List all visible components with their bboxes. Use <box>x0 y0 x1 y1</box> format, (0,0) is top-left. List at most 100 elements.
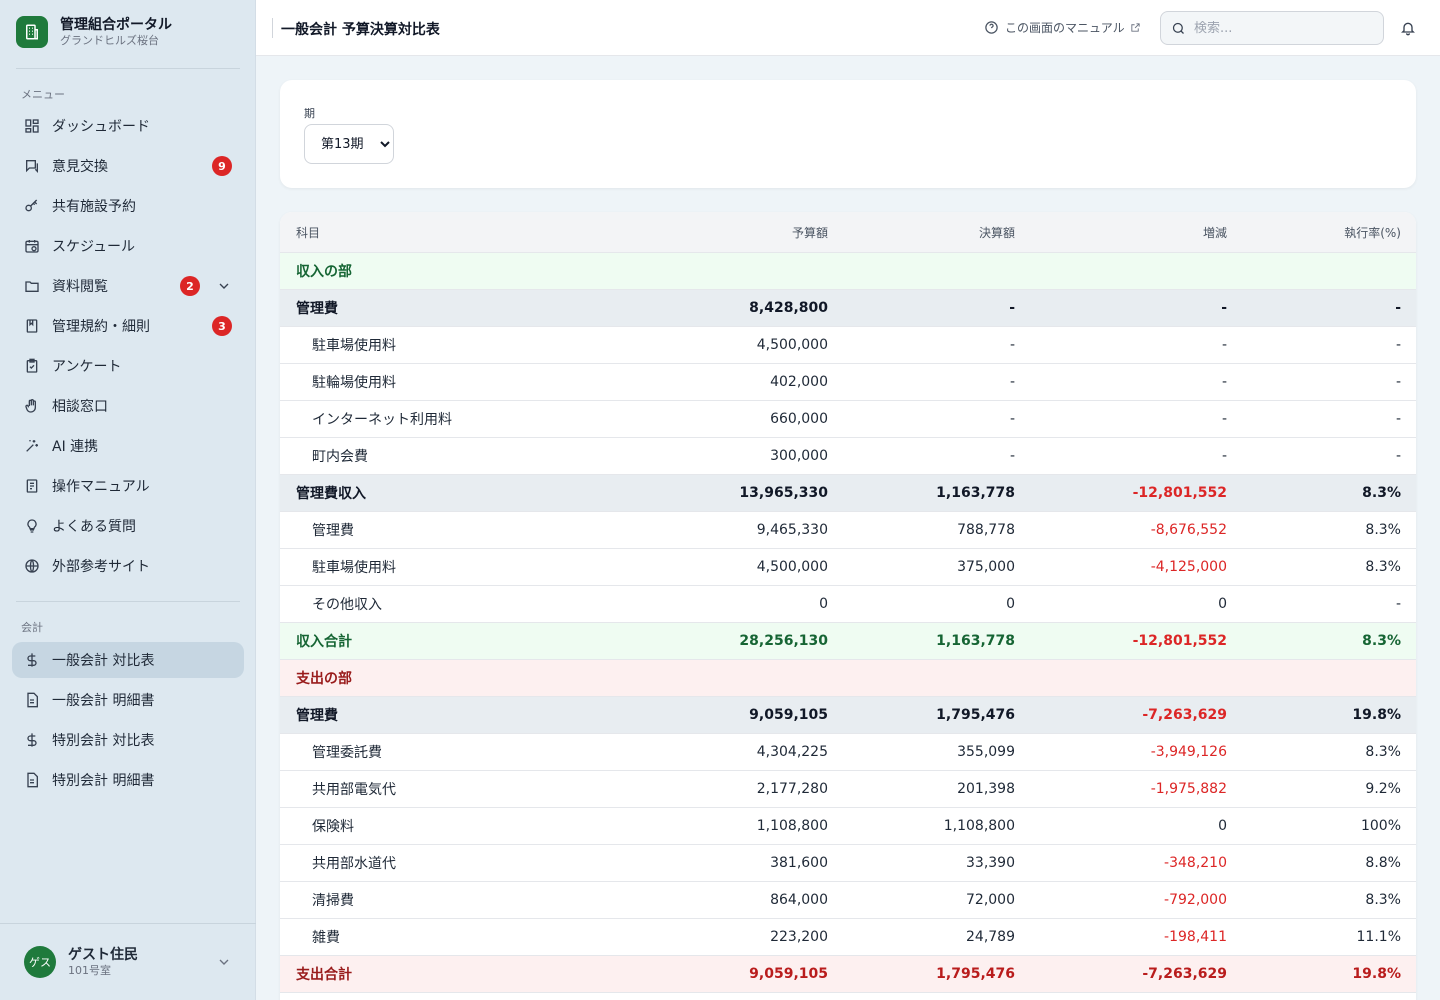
cell-subject: その他収入 <box>312 597 382 613</box>
sidebar-item-facility-booking[interactable]: 共有施設予約 <box>12 188 244 224</box>
sidebar-item-manual[interactable]: 操作マニュアル <box>12 468 244 504</box>
sidebar-item-discussion[interactable]: 意見交換 9 <box>12 148 244 184</box>
divider <box>16 601 240 602</box>
cell-subject: 清掃費 <box>312 893 354 909</box>
clipboard-icon <box>24 358 40 374</box>
accounting-nav: 一般会計 対比表 一般会計 明細書 特別会計 対比表 特別会計 明細書 <box>12 642 244 802</box>
notification-badge: 2 <box>180 276 200 296</box>
cell-actual: 0 <box>1006 596 1015 612</box>
external-link-icon <box>1131 23 1140 32</box>
cell-diff: -7,263,629 <box>1142 966 1227 982</box>
header-diff[interactable]: 増減 <box>1015 224 1227 241</box>
cell-subject: 駐輪場使用料 <box>312 375 396 391</box>
chevron-down-icon[interactable] <box>216 278 232 294</box>
cell-actual: 1,795,476 <box>936 966 1015 982</box>
table-header: 科目 予算額 決算額 増減 執行率(%) <box>280 212 1416 253</box>
cell-actual: 1,108,800 <box>943 818 1015 834</box>
cell-rate: 11.1% <box>1356 929 1401 945</box>
cell-subject: 管理費 <box>296 301 338 317</box>
sidebar-item-bylaws[interactable]: 管理規約・細則 3 <box>12 308 244 344</box>
cell-actual: 1,163,778 <box>936 633 1015 649</box>
cell-budget: 4,500,000 <box>756 337 828 353</box>
cell-actual: - <box>1009 448 1015 464</box>
notification-badge: 9 <box>212 156 232 176</box>
cell-rate: - <box>1395 374 1401 390</box>
folder-icon <box>24 278 40 294</box>
budget-comparison-table: 科目 予算額 決算額 増減 執行率(%) 収入の部管理費 8,428,800 - - -… <box>280 212 1416 1000</box>
calendar-icon <box>24 238 40 254</box>
cell-subject: 収入合計 <box>296 634 352 650</box>
header-subject[interactable]: 科目 <box>280 224 696 241</box>
cell-rate: - <box>1395 411 1401 427</box>
cell-subject: 収入の部 <box>296 264 352 280</box>
cell-rate: - <box>1395 300 1401 316</box>
cell-diff: - <box>1221 337 1227 353</box>
table-row-group: 管理費 8,428,800 - - - <box>280 290 1416 327</box>
header-actual[interactable]: 決算額 <box>828 224 1015 241</box>
period-select[interactable]: 第13期 <box>304 124 394 164</box>
search-input[interactable] <box>1194 20 1364 36</box>
table-row: 雑費 223,200 24,789 -198,411 11.1% <box>280 919 1416 956</box>
cell-rate: 9.2% <box>1365 781 1401 797</box>
search-icon <box>1172 22 1184 34</box>
cell-diff: -198,411 <box>1164 929 1227 945</box>
cell-diff: - <box>1221 374 1227 390</box>
cell-actual: 1,795,476 <box>936 707 1015 723</box>
sidebar-item-special-comparison[interactable]: 特別会計 対比表 <box>12 722 244 758</box>
header-rate[interactable]: 執行率(%) <box>1227 224 1401 241</box>
table-body: 収入の部 管理費 8,428,800- - - 駐車場使用料 4,500,000- - - 駐輪場… <box>280 253 1416 993</box>
header-budget[interactable]: 予算額 <box>696 224 828 241</box>
dollar-icon <box>24 732 40 748</box>
key-icon <box>24 198 40 214</box>
cell-rate: 8.8% <box>1365 855 1401 871</box>
user-name: ゲスト住民 <box>68 947 138 963</box>
sidebar-item-schedule[interactable]: スケジュール <box>12 228 244 264</box>
sidebar-item-dashboard[interactable]: ダッシュボード <box>12 108 244 144</box>
page-title: 一般会計 予算決算対比表 <box>281 22 440 38</box>
sidebar-item-documents[interactable]: 資料閲覧 2 <box>12 268 244 304</box>
book-icon <box>24 318 40 334</box>
sidebar-item-consultation[interactable]: 相談窓口 <box>12 388 244 424</box>
cell-budget: 9,059,105 <box>749 707 828 723</box>
cell-rate: - <box>1395 337 1401 353</box>
cell-diff: 0 <box>1218 596 1227 612</box>
cell-actual: 201,398 <box>957 781 1015 797</box>
sidebar-item-survey[interactable]: アンケート <box>12 348 244 384</box>
user-menu[interactable]: ゲス ゲスト住民 101号室 <box>0 923 256 1000</box>
accounting-section-label: 会計 <box>21 621 43 634</box>
sidebar-item-special-statement[interactable]: 特別会計 明細書 <box>12 762 244 798</box>
cell-subject: 保険料 <box>312 819 354 835</box>
cell-actual: - <box>1009 411 1015 427</box>
table-row: 駐輪場使用料 402,000 - - - <box>280 364 1416 401</box>
sidebar-item-faq[interactable]: よくある質問 <box>12 508 244 544</box>
document-icon <box>24 772 40 788</box>
main-nav: ダッシュボード 意見交換 9 共有施設予約 スケジュール 資料閲覧 2 管理規約… <box>12 108 244 588</box>
table-row: 管理費 9,465,330 788,778 -8,676,552 8.3% <box>280 512 1416 549</box>
table-row: その他収入 0 0 0 - <box>280 586 1416 623</box>
cell-subject: 支出合計 <box>296 967 352 983</box>
screen-manual-link[interactable]: この画面のマニュアル <box>984 19 1141 36</box>
notification-badge: 3 <box>212 316 232 336</box>
sidebar-item-label: 特別会計 対比表 <box>52 733 155 749</box>
cell-diff: -12,801,552 <box>1132 485 1227 501</box>
chevron-down-icon[interactable] <box>216 954 232 970</box>
bell-icon[interactable] <box>1400 20 1416 36</box>
cell-diff: - <box>1221 448 1227 464</box>
cell-budget: 381,600 <box>770 855 828 871</box>
cell-budget: 300,000 <box>770 448 828 464</box>
sidebar-item-general-comparison[interactable]: 一般会計 対比表 <box>12 642 244 678</box>
globe-icon <box>24 558 40 574</box>
cell-rate: 19.8% <box>1352 966 1401 982</box>
table-row-section-out: 支出の部 <box>280 660 1416 697</box>
sidebar-item-general-statement[interactable]: 一般会計 明細書 <box>12 682 244 718</box>
sidebar-item-ai[interactable]: AI 連携 <box>12 428 244 464</box>
table-row: 共用部電気代 2,177,280 201,398 -1,975,882 9.2% <box>280 771 1416 808</box>
search-box[interactable] <box>1160 11 1384 45</box>
table-row-total-in: 収入合計 28,256,130 1,163,778 -12,801,552 8.3% <box>280 623 1416 660</box>
brand[interactable]: 管理組合ポータル グランドヒルズ桜台 <box>16 16 172 48</box>
menu-section-label: メニュー <box>21 88 65 101</box>
sidebar-item-external-sites[interactable]: 外部参考サイト <box>12 548 244 584</box>
cell-diff: -4,125,000 <box>1150 559 1227 575</box>
cell-rate: 8.3% <box>1365 892 1401 908</box>
cell-diff: -792,000 <box>1164 892 1227 908</box>
